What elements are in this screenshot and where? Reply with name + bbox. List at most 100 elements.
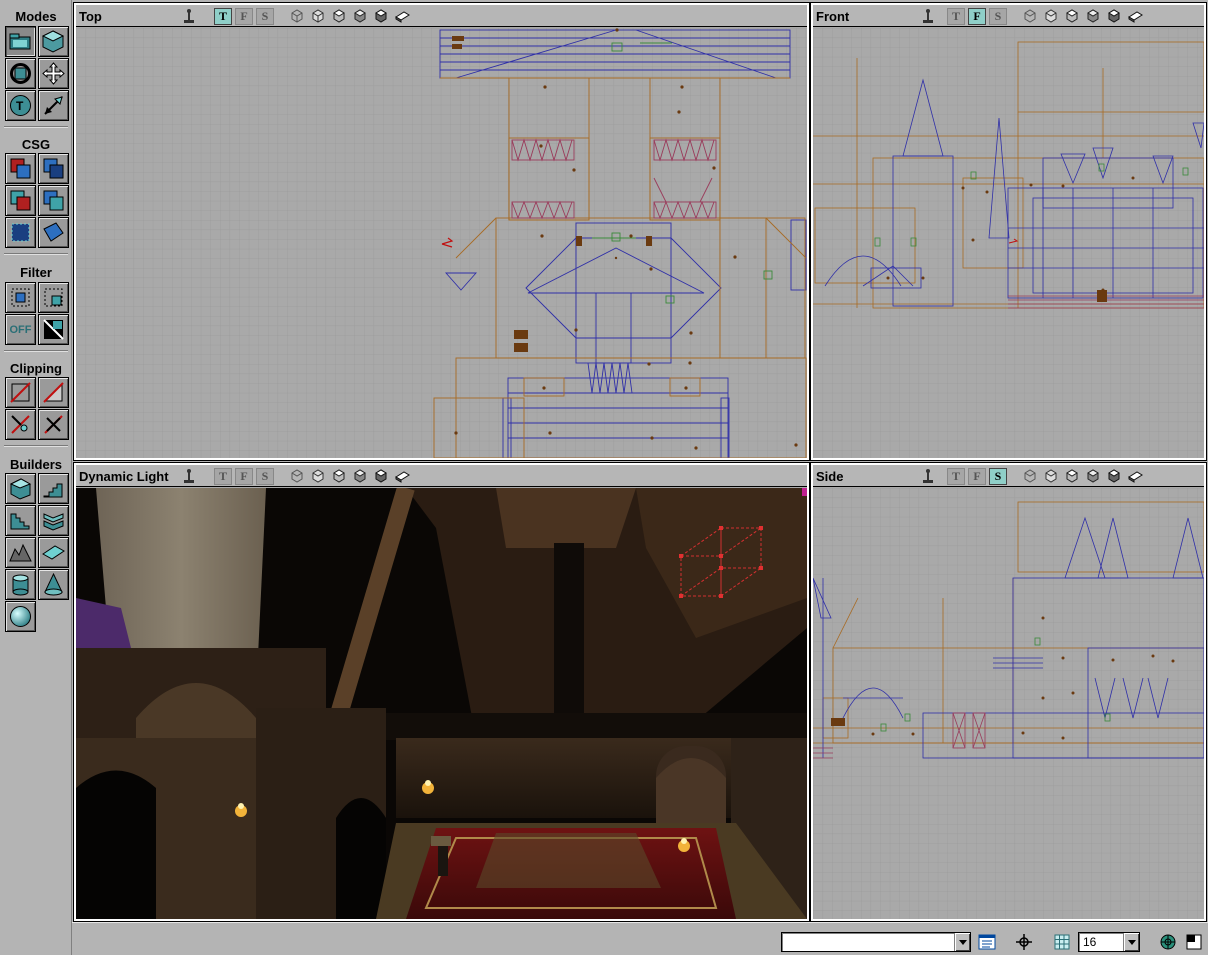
pivot-snap-button[interactable] bbox=[1014, 932, 1034, 952]
zone-cube-icon[interactable] bbox=[1042, 468, 1060, 485]
joystick-icon[interactable] bbox=[919, 468, 937, 485]
front-axis-button[interactable]: F bbox=[968, 7, 986, 25]
dynamic-light-cube-icon[interactable] bbox=[1105, 468, 1123, 485]
chevron-down-icon[interactable] bbox=[954, 933, 970, 951]
brush-rotate-mode-button[interactable] bbox=[5, 58, 36, 89]
top-ortho-canvas[interactable] bbox=[76, 28, 807, 458]
wireframe-cube-icon[interactable] bbox=[288, 8, 306, 25]
cube-builder-button[interactable] bbox=[5, 473, 36, 504]
rendered-3d-scene[interactable] bbox=[76, 488, 807, 919]
csg-intersect-icon bbox=[10, 190, 31, 211]
log-window-button[interactable] bbox=[977, 932, 997, 952]
vertex-edit-mode-button[interactable] bbox=[38, 26, 69, 57]
add-special-brush-button[interactable] bbox=[38, 217, 69, 248]
brush-split-button[interactable] bbox=[38, 377, 69, 408]
command-combo[interactable] bbox=[781, 932, 971, 952]
show-selected-filter-button[interactable] bbox=[5, 282, 36, 313]
flat-shaded-cube-icon[interactable] bbox=[351, 468, 369, 485]
texture-pan-icon: T bbox=[10, 95, 31, 116]
side-ortho-canvas[interactable] bbox=[813, 488, 1204, 919]
rotate-icon bbox=[10, 63, 31, 84]
textured-book-icon[interactable] bbox=[393, 8, 411, 25]
filter-off-button[interactable]: OFF bbox=[5, 314, 36, 345]
flip-clip-button[interactable] bbox=[5, 409, 36, 440]
split-plane-icon bbox=[43, 382, 64, 403]
grid-snap-button[interactable] bbox=[1052, 932, 1072, 952]
zone-cube-icon[interactable] bbox=[309, 468, 327, 485]
hide-selected-filter-button[interactable] bbox=[38, 282, 69, 313]
viewport-top[interactable]: Top T F S bbox=[74, 3, 809, 460]
texture-cube-icon[interactable] bbox=[330, 8, 348, 25]
top-axis-button[interactable]: T bbox=[214, 467, 232, 485]
texture-pan-mode-button[interactable]: T bbox=[5, 90, 36, 121]
top-axis-button[interactable]: T bbox=[947, 7, 965, 25]
flat-shaded-cube-icon[interactable] bbox=[1084, 8, 1102, 25]
flat-shaded-cube-icon[interactable] bbox=[351, 8, 369, 25]
move-arrows-icon bbox=[42, 62, 65, 85]
texture-cube-icon[interactable] bbox=[1063, 8, 1081, 25]
joystick-icon[interactable] bbox=[180, 8, 198, 25]
spiral-stair-builder-button[interactable] bbox=[38, 505, 69, 536]
side-axis-button[interactable]: S bbox=[989, 7, 1007, 25]
dynamic-light-cube-icon[interactable] bbox=[1105, 8, 1123, 25]
grid-size-select[interactable]: 16 bbox=[1078, 932, 1140, 952]
wireframe-cube-icon[interactable] bbox=[1021, 468, 1039, 485]
brush-scale-mode-button[interactable] bbox=[38, 90, 69, 121]
wireframe-cube-icon[interactable] bbox=[1021, 8, 1039, 25]
dynamic-light-cube-icon[interactable] bbox=[372, 8, 390, 25]
front-axis-button[interactable]: F bbox=[235, 467, 253, 485]
plane-builder-button[interactable] bbox=[38, 537, 69, 568]
top-axis-button[interactable]: T bbox=[947, 467, 965, 485]
texture-cube-icon[interactable] bbox=[330, 468, 348, 485]
brush-clip-button[interactable] bbox=[5, 377, 36, 408]
subtract-brush-button[interactable] bbox=[38, 153, 69, 184]
viewport-icon-strip: T F S bbox=[919, 7, 1144, 25]
add-mover-brush-button[interactable] bbox=[5, 217, 36, 248]
viewport-front[interactable]: Front T F S bbox=[811, 3, 1206, 460]
side-axis-button[interactable]: S bbox=[256, 467, 274, 485]
cube-icon bbox=[9, 478, 32, 500]
linear-stair-builder-button[interactable] bbox=[5, 505, 36, 536]
front-ortho-canvas[interactable] bbox=[813, 28, 1204, 458]
zone-cube-icon[interactable] bbox=[309, 8, 327, 25]
zone-cube-icon[interactable] bbox=[1042, 8, 1060, 25]
special-brush-icon bbox=[43, 222, 64, 242]
chevron-down-icon[interactable] bbox=[1123, 933, 1139, 951]
maximize-viewport-button[interactable] bbox=[1184, 932, 1204, 952]
toolbar-divider bbox=[4, 253, 68, 255]
sphere-builder-button[interactable] bbox=[5, 601, 36, 632]
viewport-side[interactable]: Side T F S bbox=[811, 463, 1206, 921]
side-axis-button[interactable]: S bbox=[256, 7, 274, 25]
spiral-stair-icon bbox=[43, 513, 64, 531]
filter-selected-icon bbox=[11, 288, 30, 307]
viewport-perspective[interactable]: Dynamic Light T F S bbox=[74, 463, 809, 921]
cone-builder-button[interactable] bbox=[38, 569, 69, 600]
joystick-icon[interactable] bbox=[919, 8, 937, 25]
flat-shaded-cube-icon[interactable] bbox=[1084, 468, 1102, 485]
cylinder-builder-button[interactable] bbox=[5, 569, 36, 600]
brush-move-mode-button[interactable] bbox=[38, 58, 69, 89]
front-axis-button[interactable]: F bbox=[968, 467, 986, 485]
deintersect-brush-button[interactable] bbox=[38, 185, 69, 216]
dynamic-light-cube-icon[interactable] bbox=[372, 468, 390, 485]
curved-stair-builder-button[interactable] bbox=[38, 473, 69, 504]
add-brush-button[interactable] bbox=[5, 153, 36, 184]
side-axis-button[interactable]: S bbox=[989, 467, 1007, 485]
delete-clip-markers-button[interactable] bbox=[38, 409, 69, 440]
front-axis-button[interactable]: F bbox=[235, 7, 253, 25]
textured-book-icon[interactable] bbox=[393, 468, 411, 485]
tool-palette: Modes T CSG Filter OFF Clipping Builders bbox=[0, 0, 72, 955]
csg-title: CSG bbox=[21, 137, 51, 152]
rotation-snap-button[interactable] bbox=[1158, 932, 1178, 952]
textured-book-icon[interactable] bbox=[1126, 8, 1144, 25]
texture-cube-icon[interactable] bbox=[1063, 468, 1081, 485]
viewport-header: Front T F S bbox=[813, 5, 1204, 27]
camera-move-mode-button[interactable] bbox=[5, 26, 36, 57]
textured-book-icon[interactable] bbox=[1126, 468, 1144, 485]
invert-filter-button[interactable] bbox=[38, 314, 69, 345]
intersect-brush-button[interactable] bbox=[5, 185, 36, 216]
top-axis-button[interactable]: T bbox=[214, 7, 232, 25]
wireframe-cube-icon[interactable] bbox=[288, 468, 306, 485]
sheet-builder-button[interactable] bbox=[5, 537, 36, 568]
joystick-icon[interactable] bbox=[180, 468, 198, 485]
